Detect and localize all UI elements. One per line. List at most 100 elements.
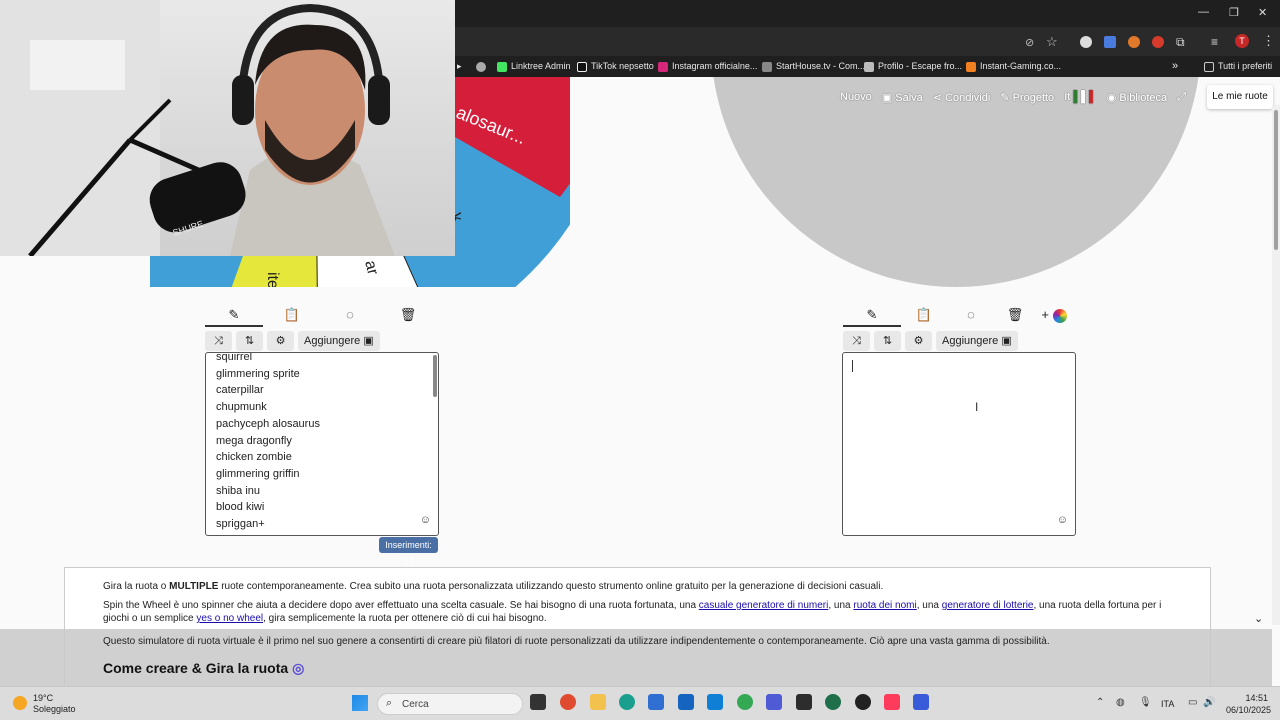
store-icon[interactable] [648, 694, 664, 710]
sort-button[interactable]: ⇅ [236, 331, 263, 351]
app-icon[interactable] [766, 694, 782, 710]
entry-item[interactable]: chupmunk [206, 399, 438, 416]
minimize-icon[interactable]: — [1198, 6, 1209, 18]
chevron-down-icon[interactable]: ⌄ [1254, 612, 1263, 625]
share-button[interactable]: ⋖ Condividi [933, 91, 991, 104]
menu-icon[interactable]: ⋮ [1262, 33, 1275, 49]
close-icon[interactable]: ✕ [1258, 6, 1267, 19]
entry-item[interactable]: mega dragonfly [206, 433, 438, 450]
clock[interactable]: 14:51 06/10/2025 [1226, 692, 1271, 716]
tab-delete[interactable]: 🗑 [995, 305, 1035, 327]
globe-icon[interactable] [476, 56, 486, 77]
settings-button[interactable]: ⚙ [267, 331, 294, 351]
network-icon[interactable]: ◍ [1116, 697, 1125, 708]
tab-edit[interactable]: ✎ [843, 305, 901, 327]
entry-item[interactable]: caterpillar [206, 382, 438, 399]
language-indicator[interactable]: ITA [1161, 699, 1174, 709]
add-image-button[interactable]: Aggiungere ▣ [298, 331, 380, 351]
bookmark-item[interactable]: Linktree Admin [497, 56, 571, 77]
all-bookmarks[interactable]: Tutti i preferiti [1204, 56, 1272, 77]
tab-edit[interactable]: ✎ [205, 305, 263, 327]
chrome-icon[interactable] [560, 694, 576, 710]
entries-textarea[interactable]: squirrel glimmering sprite caterpillar chup… [205, 352, 439, 536]
sort-button[interactable]: ⇅ [874, 331, 901, 351]
entry-item[interactable]: glimmering griffin [206, 466, 438, 483]
app-icon[interactable] [913, 694, 929, 710]
page-scrollbar-thumb[interactable] [1274, 110, 1278, 250]
link-name-wheel[interactable]: ruota dei nomi [853, 600, 916, 611]
language-button[interactable]: It ▌▌▌ [1064, 91, 1097, 103]
project-button[interactable]: ✎ Progetto [1000, 91, 1054, 104]
bookmark-item[interactable]: StartHouse.tv - Com... [762, 56, 865, 77]
bookmark-item[interactable]: TikTok nepsetto [577, 56, 654, 77]
settings-button[interactable]: ⚙ [905, 331, 932, 351]
restore-icon[interactable]: ❐ [1229, 6, 1239, 19]
bookmark-item[interactable]: Instagram officialne... [658, 56, 757, 77]
tab-hide[interactable]: ◌ [947, 305, 995, 327]
spiral-icon: ◎ [292, 660, 305, 676]
windows-start-icon[interactable] [352, 695, 368, 711]
extension-icon[interactable] [1128, 36, 1140, 48]
sun-icon[interactable] [13, 696, 27, 710]
entry-item[interactable]: shiba inu [206, 483, 438, 500]
link-yes-no-wheel[interactable]: yes o no wheel [196, 613, 263, 624]
save-button[interactable]: ▣ Salva [882, 91, 923, 104]
profile-avatar[interactable]: T [1235, 34, 1249, 48]
library-button[interactable]: ◉ Biblioteca [1107, 91, 1167, 104]
expand-icon[interactable]: ⤢ [1177, 91, 1186, 104]
translate-icon[interactable] [1104, 36, 1116, 48]
bookmark-item[interactable]: Profilo - Escape fro... [864, 56, 962, 77]
description-line: Gira la ruota o MULTIPLE ruote contempor… [103, 581, 884, 592]
file-explorer-icon[interactable] [590, 694, 606, 710]
overflow-bookmark[interactable]: ▸ [457, 56, 462, 77]
chevron-up-icon[interactable]: ⌃ [1096, 697, 1104, 708]
chrome-icon[interactable] [825, 694, 841, 710]
star-icon[interactable]: ☆ [1046, 34, 1058, 50]
terminal-icon[interactable] [796, 694, 812, 710]
entries-textarea-empty[interactable]: ☺ [842, 352, 1076, 536]
weather-widget[interactable]: 19°C Soleggiato [33, 693, 76, 715]
edge-icon[interactable] [619, 694, 635, 710]
entry-item[interactable]: spriggan+ [206, 516, 438, 533]
bookmark-item[interactable]: Instant-Gaming.co... [966, 56, 1061, 77]
tiktok-icon[interactable] [884, 694, 900, 710]
extension-icon[interactable] [1080, 36, 1092, 48]
link-number-generator[interactable]: casuale generatore di numeri [699, 600, 829, 611]
textarea-scrollbar[interactable] [433, 355, 437, 397]
entry-item[interactable]: squirrel [206, 353, 438, 366]
my-wheels-button[interactable]: Le mie ruote [1207, 85, 1273, 109]
tab-clipboard[interactable]: 📋 [901, 305, 947, 327]
extension-icon[interactable] [1152, 36, 1164, 48]
tab-delete[interactable]: 🗑 [379, 305, 437, 327]
puzzle-icon[interactable]: ⧉ [1176, 35, 1185, 50]
emoji-icon[interactable]: ☺ [420, 514, 431, 526]
tab-clipboard[interactable]: 📋 [263, 305, 321, 327]
entry-item[interactable]: pachyceph alosaurus [206, 416, 438, 433]
microphone-icon[interactable]: 🎙 [1139, 697, 1152, 708]
display-icon[interactable]: ▭ [1188, 697, 1197, 708]
emoji-icon[interactable]: ☺ [1057, 514, 1068, 526]
shuffle-button[interactable]: ⤨ [843, 331, 870, 351]
entry-item[interactable]: chicken zombie [206, 449, 438, 466]
new-button[interactable]: Nuovo [840, 91, 872, 103]
shuffle-button[interactable]: ⤨ [205, 331, 232, 351]
task-view-icon[interactable] [530, 694, 546, 710]
eye-off-icon[interactable]: ⊘ [1025, 36, 1034, 49]
volume-icon[interactable]: 🔊 [1203, 697, 1215, 708]
add-image-button[interactable]: Aggiungere ▣ [936, 331, 1018, 351]
entry-item[interactable]: blood kiwi [206, 499, 438, 516]
tab-hide[interactable]: ◌ [321, 305, 379, 327]
entry-item[interactable]: glimmering sprite [206, 366, 438, 383]
link-lottery-generator[interactable]: generatore di lotterie [942, 600, 1034, 611]
add-wheel-button[interactable]: + [1035, 305, 1073, 327]
clipboard-icon: 📋 [915, 307, 933, 322]
image-icon: ▣ [1001, 335, 1012, 347]
taskbar-search[interactable]: ⌕ Cerca [377, 693, 523, 715]
outlook-icon[interactable] [678, 694, 694, 710]
playlist-icon[interactable]: ≡ [1211, 35, 1218, 49]
app-icon[interactable] [707, 694, 723, 710]
bookmarks-overflow[interactable]: » [1172, 56, 1178, 77]
obs-icon[interactable] [855, 694, 871, 710]
wheel-right[interactable] [700, 77, 1220, 292]
chrome-icon[interactable] [737, 694, 753, 710]
